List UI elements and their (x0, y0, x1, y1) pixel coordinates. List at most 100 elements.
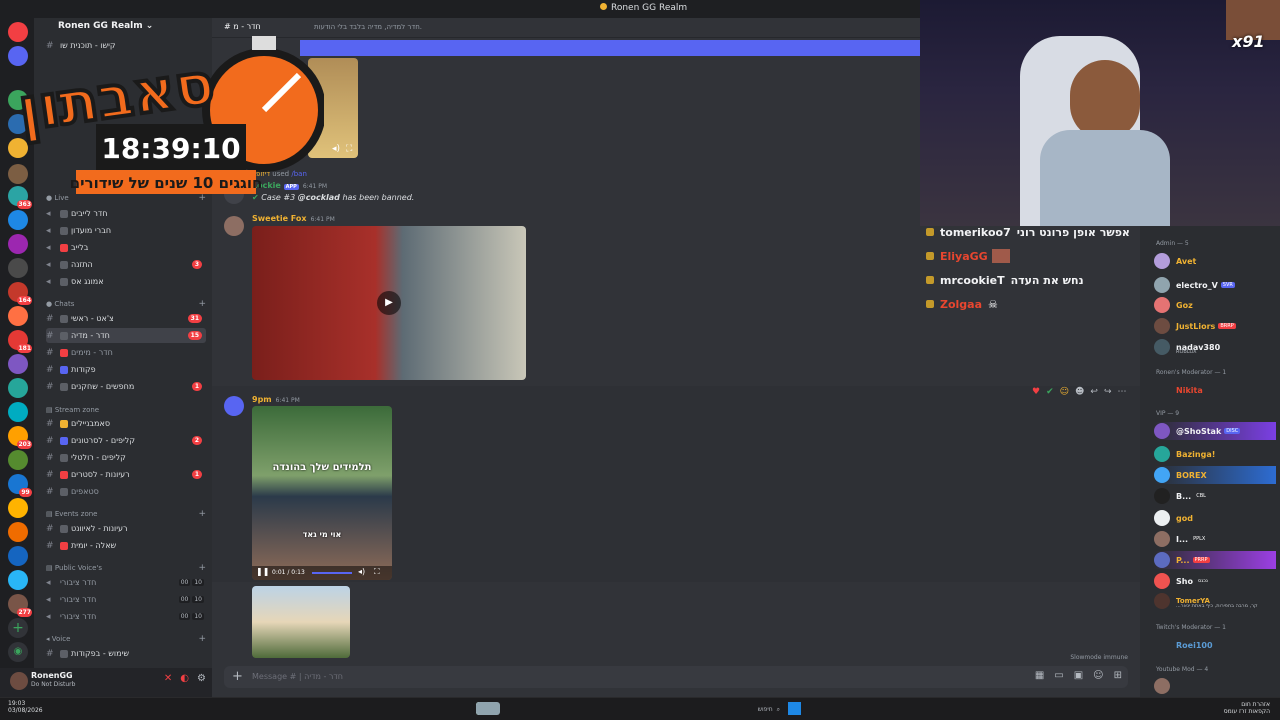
server-icon[interactable] (8, 378, 28, 398)
text-channel-active[interactable]: # חדר - מדיה 15 (46, 328, 206, 343)
gift-icon[interactable]: ▦ (1035, 670, 1044, 681)
play-icon[interactable]: ▶ (377, 291, 401, 315)
voice-channel[interactable]: ◂ התזנה 3 (46, 257, 206, 272)
server-icon[interactable] (8, 258, 28, 278)
message-input[interactable]: Message # | חדר - מדיה (252, 672, 343, 681)
apps-icon[interactable]: ⊞ (1114, 670, 1122, 681)
voice-channel[interactable]: ◂ חדר לייבים (46, 206, 206, 221)
taskbar-search[interactable]: חיפוש ⌕ (700, 703, 780, 716)
server-icon[interactable] (8, 402, 28, 422)
add-channel-icon[interactable]: + (198, 563, 206, 573)
text-channel[interactable]: # חדר - מימים (46, 345, 206, 360)
voice-channel[interactable]: ◂ חדר ציבורי 00 10 (46, 592, 206, 607)
member-item[interactable]: JustLiors BRRP (1154, 317, 1276, 335)
emoji-reaction-icon[interactable]: ☺ (1060, 387, 1069, 397)
emoji-icon[interactable]: ☺ (1093, 670, 1103, 681)
member-item[interactable]: nadav380 ROBLOX (1154, 338, 1276, 356)
member-item[interactable]: I... PPLX (1154, 530, 1276, 548)
server-icon[interactable] (8, 354, 28, 374)
avatar[interactable] (224, 396, 244, 416)
attach-plus-icon[interactable]: + (232, 669, 243, 684)
text-channel[interactable]: # שימוש - בפקודות (46, 646, 206, 661)
add-channel-icon[interactable]: + (198, 299, 206, 309)
member-item[interactable]: god (1154, 509, 1276, 527)
forward-icon[interactable]: ↪ (1104, 387, 1112, 397)
server-icon[interactable]: 277 (8, 594, 32, 617)
video-embed[interactable]: ▶ (252, 226, 526, 380)
server-icon[interactable] (8, 570, 28, 590)
voice-channel[interactable]: ◂ בלייב (46, 240, 206, 255)
more-icon[interactable]: ⋯ (1118, 387, 1127, 397)
server-icon[interactable]: 99 (8, 474, 32, 497)
server-icon[interactable] (8, 234, 28, 254)
gif-icon[interactable]: ▭ (1054, 670, 1063, 681)
fullscreen-icon[interactable]: ⛶ (374, 567, 380, 577)
video-embed[interactable]: תלמידים שלך בהונדה אוי מי גאד ❚❚ 0:01 / … (252, 406, 392, 580)
server-icon[interactable] (8, 498, 28, 518)
voice-channel[interactable]: ◂ אמונג אס (46, 274, 206, 289)
add-reaction-icon[interactable]: ☻ (1075, 387, 1084, 397)
windows-start-icon[interactable] (788, 702, 801, 715)
voice-channel[interactable]: ◂ חדר ציבורי 00 10 (46, 575, 206, 590)
member-item[interactable]: electro_V SVR (1154, 276, 1276, 294)
video-progress[interactable] (312, 572, 352, 574)
voice-channel[interactable]: ◂ חדר ציבורי 00 10 (46, 609, 206, 624)
category-chats[interactable]: ● Chats (46, 300, 74, 308)
add-channel-icon[interactable]: + (198, 634, 206, 644)
text-channel[interactable]: # רעיונות - לסטרים 1 (46, 467, 206, 482)
category-stream-zone[interactable]: ▤ Stream zone (46, 406, 99, 414)
member-item[interactable]: Goz (1154, 296, 1276, 314)
text-channel[interactable]: # שאלה - יומית (46, 538, 206, 553)
fullscreen-icon[interactable]: ⛶ (346, 144, 352, 154)
message-author[interactable]: Sweetie Fox 6:41 PM (252, 214, 335, 223)
member-item[interactable]: B... CBL (1154, 487, 1276, 505)
server-icon[interactable] (8, 522, 28, 542)
headphones-muted-icon[interactable]: ◐ (180, 673, 189, 684)
member-item[interactable]: Roei100 (1154, 636, 1276, 654)
text-channel[interactable]: # צ'אט - ראשי 31 (46, 311, 206, 326)
message-composer[interactable]: + Message # | חדר - מדיה ▦ ▭ ▣ ☺ ⊞ (224, 666, 1128, 688)
member-item[interactable]: BOREX (1154, 466, 1276, 484)
message-author[interactable]: 9pm 6:41 PM (252, 395, 300, 404)
text-channel[interactable]: # מחפשים - שחקנים 1 (46, 379, 206, 394)
server-icon[interactable] (8, 306, 28, 326)
category-voice[interactable]: ◂ Voice (46, 635, 70, 643)
category-public-voices[interactable]: ▤ Public Voice's (46, 564, 102, 572)
text-channel[interactable]: # קליפים - לסרטונים 2 (46, 433, 206, 448)
app-icon[interactable] (476, 702, 500, 715)
discover-icon[interactable]: ◉ (8, 642, 28, 662)
server-icon[interactable]: 181 (8, 330, 32, 353)
sticker-icon[interactable]: ▣ (1074, 670, 1083, 681)
heart-reaction-icon[interactable]: ♥ (1032, 387, 1040, 397)
image-embed[interactable] (252, 586, 350, 658)
member-item[interactable]: P... PRRP (1154, 551, 1276, 569)
text-channel[interactable]: # פקודות (46, 362, 206, 377)
member-item[interactable]: @ShoStak DISC (1154, 422, 1276, 440)
text-channel[interactable]: # סאמבניילים (46, 416, 206, 431)
add-server-icon[interactable]: + (8, 618, 28, 638)
server-icon[interactable]: 164 (8, 282, 32, 305)
text-channel[interactable]: # קליפים - רולטלי (46, 450, 206, 465)
new-messages-bar[interactable] (300, 40, 920, 56)
member-item[interactable]: Avet (1154, 252, 1276, 270)
text-channel[interactable]: # סטאפים (46, 484, 206, 499)
category-events-zone[interactable]: ▤ Events zone (46, 510, 97, 518)
member-item[interactable]: Bazinga! (1154, 445, 1276, 463)
check-reaction-icon[interactable]: ✔ (1046, 387, 1054, 397)
mic-muted-icon[interactable]: ✕ (164, 673, 172, 684)
server-icon[interactable]: 203 (8, 426, 32, 449)
voice-channel[interactable]: ◂ חברי מועדון (46, 223, 206, 238)
member-item[interactable]: Nikita (1154, 381, 1276, 399)
volume-icon[interactable]: ◂) (332, 144, 340, 154)
server-icon[interactable] (8, 546, 28, 566)
pause-icon[interactable]: ❚❚ (256, 567, 269, 576)
volume-icon[interactable]: ◂) (358, 567, 365, 576)
member-item[interactable]: Sho נכנס (1154, 572, 1276, 590)
reply-icon[interactable]: ↩ (1090, 387, 1098, 397)
text-channel[interactable]: # רעיונות - לאיוונט (46, 521, 206, 536)
member-item[interactable]: TomerYA ...קר, מרבה בחפירות, כיף באתת ינא… (1154, 592, 1276, 610)
server-icon[interactable] (8, 210, 28, 230)
settings-gear-icon[interactable]: ⚙ (197, 673, 206, 684)
server-icon[interactable] (8, 450, 28, 470)
avatar[interactable] (224, 216, 244, 236)
